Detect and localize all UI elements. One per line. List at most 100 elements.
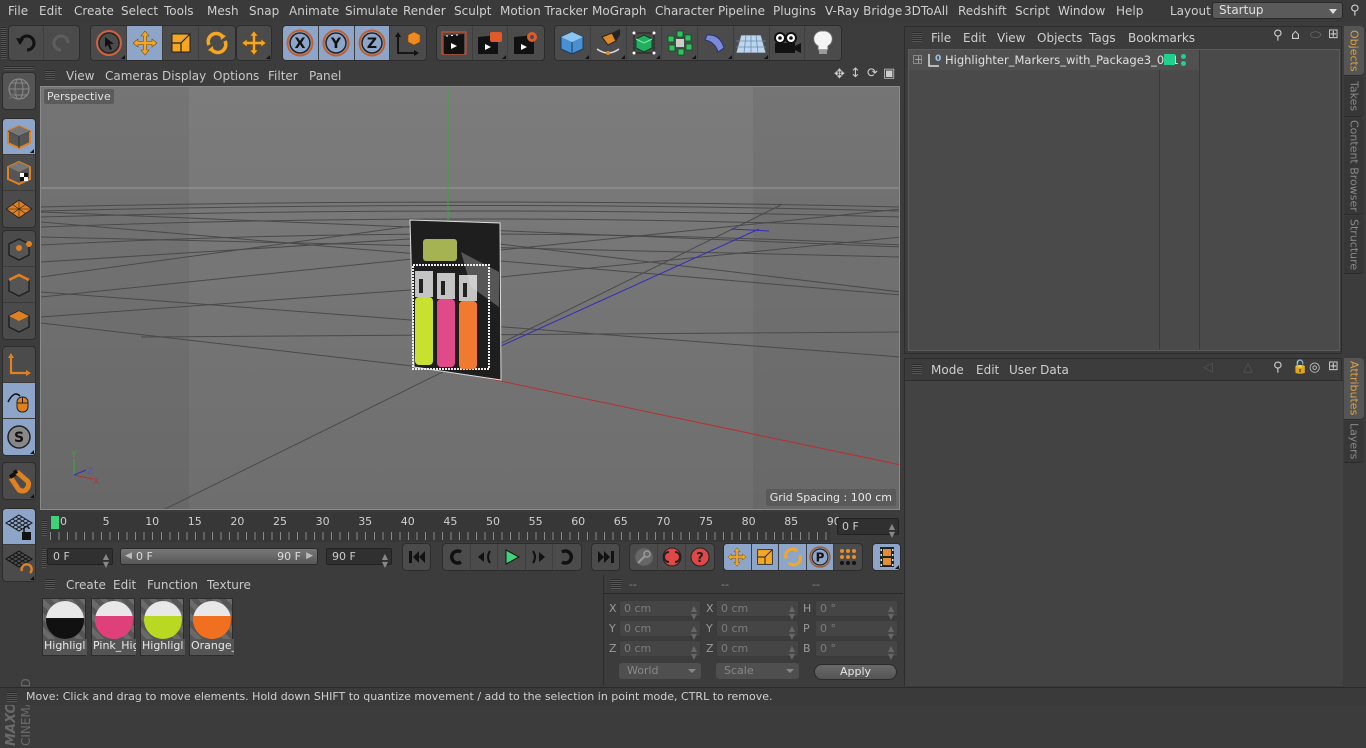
spinner-icon[interactable]: ▲ ▼ (888, 645, 894, 661)
add-scene-button[interactable] (734, 26, 770, 60)
rotate-tool-button[interactable] (199, 26, 235, 60)
search-icon[interactable]: ⚲ (1273, 360, 1283, 375)
rot-h-field[interactable]: 0 ° ▲ ▼ (815, 600, 898, 621)
make-editable-button[interactable] (3, 73, 35, 109)
menu-mesh[interactable]: Mesh (207, 4, 239, 18)
spinner-icon[interactable]: ▲ ▼ (789, 625, 795, 641)
play-button[interactable] (498, 544, 526, 570)
render-to-picture-viewer-button[interactable] (473, 26, 509, 60)
menu-script[interactable]: Script (1015, 4, 1050, 18)
target-icon[interactable]: ◎ (1309, 360, 1320, 375)
palette-grip[interactable] (4, 66, 34, 70)
goto-next-key-button[interactable] (553, 544, 581, 570)
solo-button[interactable]: S (3, 419, 35, 455)
viewport-menu-display[interactable]: Display (162, 69, 206, 83)
material-menu-function[interactable]: Function (147, 578, 198, 592)
menu-create[interactable]: Create (74, 4, 114, 18)
z-axis-lock-button[interactable]: Z (354, 26, 391, 60)
rot-b-field[interactable]: 0 ° ▲ ▼ (815, 640, 898, 661)
add-mograph-button[interactable] (662, 26, 698, 60)
viewport-menu-options[interactable]: Options (213, 69, 259, 83)
layout-dropdown[interactable]: Startup (1212, 2, 1343, 19)
material-item[interactable]: Orange_ (189, 598, 234, 656)
menu-vray-bridge[interactable]: V-Ray Bridge (825, 4, 902, 18)
material-menu-texture[interactable]: Texture (207, 578, 251, 592)
min-time-field[interactable]: 0 F ▲ ▼ (47, 548, 113, 569)
new-window-icon[interactable]: ⊞ (1328, 359, 1339, 374)
om-menu-bookmarks[interactable]: Bookmarks (1128, 31, 1195, 45)
menu-edit[interactable]: Edit (39, 4, 62, 18)
redo-button[interactable] (44, 26, 79, 60)
record-active-objects-button[interactable] (630, 544, 658, 570)
scale-tool-button[interactable] (163, 26, 199, 60)
spinner-icon[interactable]: ▲ ▼ (382, 553, 388, 569)
spinner-icon[interactable]: ▲ ▼ (691, 625, 697, 641)
menu-character[interactable]: Character (655, 4, 714, 18)
preview-range-slider[interactable]: ◀ 0 F 90 F ▶ (120, 548, 318, 565)
camera-label[interactable]: Perspective (44, 89, 114, 104)
texture-mode-button[interactable] (3, 155, 35, 191)
menu-render[interactable]: Render (403, 4, 446, 18)
viewport-menu-panel[interactable]: Panel (309, 69, 341, 83)
add-deformer-button[interactable] (698, 26, 734, 60)
menu-window[interactable]: Window (1058, 4, 1105, 18)
menu-animate[interactable]: Animate (289, 4, 339, 18)
size-mode-dropdown[interactable]: Scale (716, 663, 799, 679)
am-menu-mode[interactable]: Mode (931, 363, 964, 377)
expand-icon[interactable]: + (913, 54, 923, 65)
key-position-button[interactable] (724, 544, 752, 570)
om-menu-file[interactable]: File (931, 31, 951, 45)
goto-previous-key-button[interactable] (443, 544, 471, 570)
max-time-field[interactable]: 90 F ▲ ▼ (326, 548, 392, 569)
key-scale-button[interactable] (751, 544, 780, 570)
material-menu-edit[interactable]: Edit (113, 578, 136, 592)
am-menu-user-data[interactable]: User Data (1009, 363, 1069, 377)
material-item[interactable]: Pink_Hig (91, 598, 136, 656)
search-icon[interactable]: ⚲ (1273, 28, 1283, 43)
spinner-icon[interactable]: ▲ ▼ (888, 605, 894, 621)
range-left-arrow-icon[interactable]: ◀ (125, 549, 132, 564)
y-axis-lock-button[interactable]: Y (318, 26, 355, 60)
menu-tools[interactable]: Tools (164, 4, 194, 18)
material-item[interactable]: Highligl (42, 598, 87, 656)
points-mode-button[interactable] (3, 231, 35, 267)
toolbar-grip[interactable] (1, 27, 6, 59)
render-visibility-dot[interactable] (1181, 61, 1186, 66)
tab-structure[interactable]: Structure (1344, 216, 1364, 274)
spinner-icon[interactable]: ▲ ▼ (888, 625, 894, 641)
tab-attributes[interactable]: Attributes (1344, 358, 1364, 420)
menu-file[interactable]: File (8, 4, 28, 18)
keyframe-selection-button[interactable]: ? (686, 544, 714, 570)
tab-takes[interactable]: Takes (1344, 77, 1364, 117)
tab-content-browser[interactable]: Content Browser (1344, 118, 1364, 215)
menu-redshift[interactable]: Redshift (958, 4, 1007, 18)
zoom-view-icon[interactable]: ↕ (850, 66, 861, 81)
tab-objects[interactable]: Objects (1344, 26, 1364, 76)
key-parameter-button[interactable]: P (806, 544, 835, 570)
object-manager-grip[interactable] (912, 32, 922, 42)
pos-x-field[interactable]: 0 cm ▲ ▼ (619, 600, 701, 621)
menu-simulate[interactable]: Simulate (345, 4, 398, 18)
3d-viewport[interactable]: Y Z X Perspective Grid Spacing : 100 cm (40, 86, 900, 510)
attribute-manager-grip[interactable] (912, 364, 922, 374)
key-point-level-button[interactable] (834, 544, 862, 570)
size-x-field[interactable]: 0 cm ▲ ▼ (716, 600, 799, 621)
previous-frame-button[interactable] (471, 544, 499, 570)
back-arrow-icon[interactable]: ◁ (1203, 360, 1213, 375)
menu-help[interactable]: Help (1116, 4, 1143, 18)
viewport-menu-view[interactable]: View (66, 69, 94, 83)
recent-tool-button[interactable] (237, 26, 271, 60)
size-z-field[interactable]: 0 cm ▲ ▼ (716, 640, 799, 661)
spinner-icon[interactable]: ▲ ▼ (691, 605, 697, 621)
editor-visibility-dot[interactable] (1181, 54, 1186, 59)
spinner-icon[interactable]: ▲ ▼ (691, 645, 697, 661)
autokeying-button[interactable] (658, 544, 686, 570)
live-selection-button[interactable] (91, 26, 127, 60)
material-grip[interactable] (45, 579, 55, 589)
search-icon[interactable]: ⚲ (1350, 3, 1360, 18)
spinner-icon[interactable]: ▲ ▼ (789, 605, 795, 621)
current-frame-field[interactable]: 0 F ▲ ▼ (837, 518, 899, 539)
om-menu-objects[interactable]: Objects (1037, 31, 1082, 45)
menu-motion-tracker[interactable]: Motion Tracker (500, 4, 588, 18)
tab-layers[interactable]: Layers (1344, 421, 1364, 463)
